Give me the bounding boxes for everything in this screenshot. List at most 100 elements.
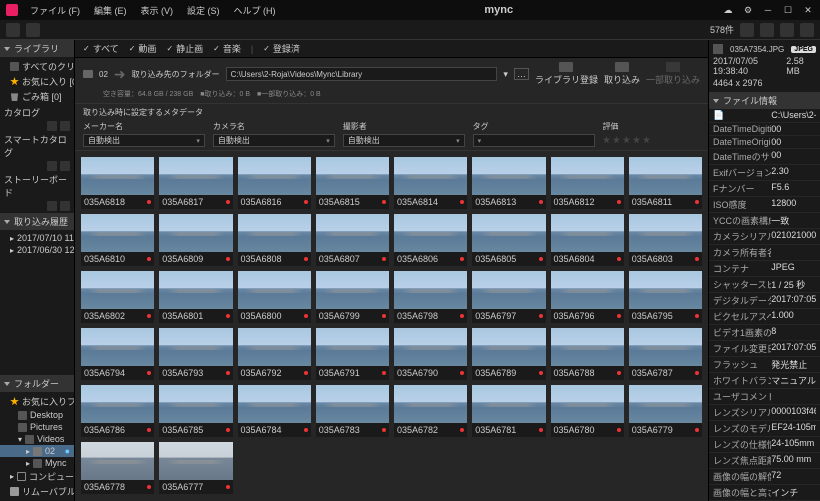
panel-toggle-icon[interactable]: [800, 23, 814, 37]
dest-path-input[interactable]: C:\Users\2-Roja\Videos\Mync\Library: [226, 67, 498, 81]
panel-header-history[interactable]: 取り込み履歴: [0, 213, 74, 230]
maker-select[interactable]: 自動検出: [83, 134, 205, 147]
tool-button[interactable]: [6, 23, 20, 37]
tree-mync[interactable]: ▸ Mync: [0, 457, 74, 469]
gear-icon[interactable]: ⚙: [742, 4, 754, 16]
thumbnail-item[interactable]: 035A6788: [551, 328, 624, 380]
path-dropdown-icon[interactable]: ▾: [503, 69, 508, 80]
tree-favorites[interactable]: お気に入り [0]: [0, 74, 74, 89]
thumbnail-item[interactable]: 035A6803: [629, 214, 702, 266]
thumbnail-item[interactable]: 035A6789: [472, 328, 545, 380]
add-icon[interactable]: [47, 121, 57, 131]
thumbnail-item[interactable]: 035A6808: [238, 214, 311, 266]
thumbnail-item[interactable]: 035A6809: [159, 214, 232, 266]
add-icon[interactable]: [60, 161, 70, 171]
thumbnail-item[interactable]: 035A6785: [159, 385, 232, 437]
tree-folder-selected[interactable]: ▸ 02●: [0, 445, 74, 457]
menu-file[interactable]: ファイル (F): [30, 4, 80, 17]
thumbnail-item[interactable]: 035A6816: [238, 157, 311, 209]
thumbnail-item[interactable]: 035A6801: [159, 271, 232, 323]
tool-button[interactable]: [26, 23, 40, 37]
tree-smart-catalog[interactable]: スマートカタログ: [0, 133, 74, 159]
menu-help[interactable]: ヘルプ (H): [234, 4, 276, 17]
partial-import-button[interactable]: 一部取り込み: [646, 62, 700, 86]
thumbnail-item[interactable]: 035A6783: [316, 385, 389, 437]
tree-desktop[interactable]: Desktop: [0, 409, 74, 421]
panel-header-library[interactable]: ライブラリ: [0, 40, 74, 57]
thumbnail-item[interactable]: 035A6817: [159, 157, 232, 209]
tree-computer[interactable]: ▸ コンピューター: [0, 469, 74, 484]
tree-trash[interactable]: ごみ箱 [0]: [0, 89, 74, 104]
add-icon[interactable]: [60, 201, 70, 211]
cloud-icon[interactable]: ☁: [722, 4, 734, 16]
maximize-icon[interactable]: ☐: [782, 4, 794, 16]
filter-registered[interactable]: 登録済: [263, 42, 300, 55]
thumbnail-item[interactable]: 035A6815: [316, 157, 389, 209]
history-item[interactable]: ▸ 2017/06/30 12:03: [0, 244, 74, 256]
thumbnail-item[interactable]: 035A6800: [238, 271, 311, 323]
thumbnail-item[interactable]: 035A6782: [394, 385, 467, 437]
tree-storyboard[interactable]: ストーリーボード: [0, 173, 74, 199]
import-button[interactable]: 取り込み: [604, 62, 640, 86]
panel-header-folder[interactable]: フォルダー: [0, 375, 74, 392]
tree-all-clips[interactable]: すべてのクリップ [578]: [0, 59, 74, 74]
thumbnail-item[interactable]: 035A6795: [629, 271, 702, 323]
thumbnail-item[interactable]: 035A6784: [238, 385, 311, 437]
thumbnail-item[interactable]: 035A6818: [81, 157, 154, 209]
filter-video[interactable]: 動画: [129, 42, 157, 55]
thumbnail-item[interactable]: 035A6810: [81, 214, 154, 266]
thumbnail-item[interactable]: 035A6780: [551, 385, 624, 437]
filter-still[interactable]: 静止画: [166, 42, 203, 55]
minimize-icon[interactable]: ─: [762, 4, 774, 16]
menu-edit[interactable]: 編集 (E): [94, 4, 127, 17]
thumbnail-item[interactable]: 035A6787: [629, 328, 702, 380]
thumbnail-item[interactable]: 035A6812: [551, 157, 624, 209]
filter-audio[interactable]: 音楽: [213, 42, 241, 55]
photographer-select[interactable]: 自動検出: [343, 134, 465, 147]
thumbnail-item[interactable]: 035A6791: [316, 328, 389, 380]
thumbnail-item[interactable]: 035A6794: [81, 328, 154, 380]
thumbnail-item[interactable]: 035A6792: [238, 328, 311, 380]
path-browse-icon[interactable]: …: [514, 68, 529, 80]
thumbnail-item[interactable]: 035A6798: [394, 271, 467, 323]
filter-all[interactable]: すべて: [83, 42, 119, 55]
thumbnail-item[interactable]: 035A6779: [629, 385, 702, 437]
search-icon[interactable]: [740, 23, 754, 37]
tag-select[interactable]: [473, 134, 595, 147]
panel-header-fileinfo[interactable]: ファイル情報: [709, 92, 820, 109]
add-icon[interactable]: [47, 161, 57, 171]
rating-stars[interactable]: [603, 134, 701, 144]
history-item[interactable]: ▸ 2017/07/10 11:02: [0, 232, 74, 244]
thumbnail-item[interactable]: 035A6790: [394, 328, 467, 380]
thumbnail-item[interactable]: 035A6805: [472, 214, 545, 266]
menu-settings[interactable]: 設定 (S): [187, 4, 220, 17]
camera-select[interactable]: 自動検出: [213, 134, 335, 147]
thumbnail-item[interactable]: 035A6807: [316, 214, 389, 266]
thumbnail-item[interactable]: 035A6781: [472, 385, 545, 437]
thumbnail-item[interactable]: 035A6777: [159, 442, 232, 494]
thumbnail-item[interactable]: 035A6814: [394, 157, 467, 209]
thumbnail-item[interactable]: 035A6778: [81, 442, 154, 494]
thumbnail-item[interactable]: 035A6793: [159, 328, 232, 380]
thumbnail-item[interactable]: 035A6796: [551, 271, 624, 323]
thumbnail-item[interactable]: 035A6813: [472, 157, 545, 209]
register-library-button[interactable]: ライブラリ登録: [535, 62, 598, 86]
view-grid-icon[interactable]: [760, 23, 774, 37]
add-icon[interactable]: [60, 121, 70, 131]
view-list-icon[interactable]: [780, 23, 794, 37]
tree-fav-folder[interactable]: お気に入りフォルダー: [0, 394, 74, 409]
thumbnail-item[interactable]: 035A6802: [81, 271, 154, 323]
thumbnail-item[interactable]: 035A6811: [629, 157, 702, 209]
tree-pictures[interactable]: Pictures: [0, 421, 74, 433]
thumbnail-item[interactable]: 035A6799: [316, 271, 389, 323]
tree-catalog[interactable]: カタログ: [0, 106, 74, 119]
tree-videos[interactable]: ▾ Videos: [0, 433, 74, 445]
tree-removable[interactable]: リムーバブルデバイス: [0, 484, 74, 499]
thumbnail-item[interactable]: 035A6786: [81, 385, 154, 437]
add-icon[interactable]: [47, 201, 57, 211]
thumbnail-item[interactable]: 035A6804: [551, 214, 624, 266]
menu-view[interactable]: 表示 (V): [141, 4, 174, 17]
thumbnail-item[interactable]: 035A6806: [394, 214, 467, 266]
thumbnail-item[interactable]: 035A6797: [472, 271, 545, 323]
close-icon[interactable]: ✕: [802, 4, 814, 16]
